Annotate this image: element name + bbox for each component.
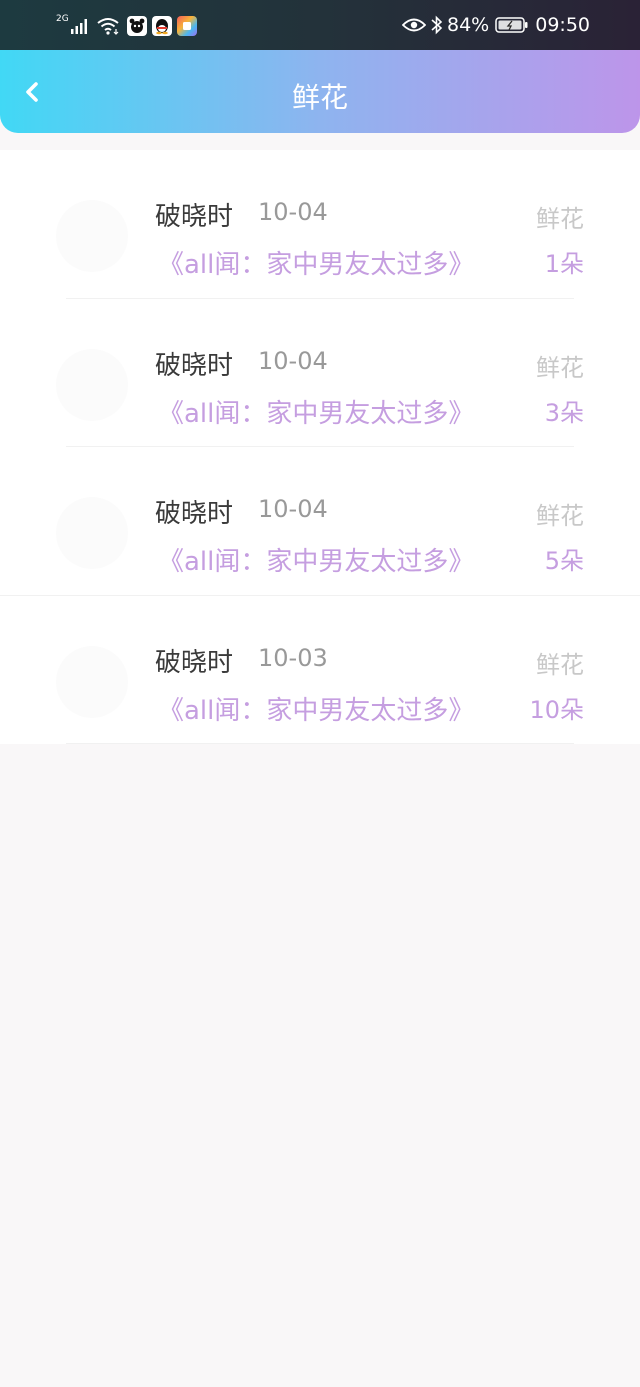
record-date: 10-04 — [258, 495, 328, 523]
avatar[interactable] — [56, 200, 128, 272]
work-title-link[interactable]: 《all闻：家中男友太过多》 — [158, 541, 474, 578]
sender-name: 破晓时 — [155, 202, 234, 232]
divider — [66, 743, 574, 744]
avatar[interactable] — [56, 497, 128, 569]
wifi-icon — [97, 18, 119, 35]
app-notification-icon — [126, 16, 147, 36]
work-title-link[interactable]: 《all闻：家中男友太过多》 — [158, 244, 474, 281]
gift-type-label: 鲜花 — [536, 205, 584, 233]
sender-name: 破晓时 — [155, 499, 234, 529]
list-item[interactable]: 破晓时 10-04 鲜花 《all闻：家中男友太过多》 3朵 — [0, 299, 640, 447]
gift-type-label: 鲜花 — [536, 650, 584, 679]
page-title: 鲜花 — [291, 81, 348, 114]
gift-type-label: 鲜花 — [536, 502, 584, 530]
qq-icon — [151, 16, 172, 36]
record-date: 10-04 — [258, 198, 328, 226]
avatar[interactable] — [56, 645, 128, 718]
list-item[interactable]: 破晓时 10-04 鲜花 《all闻：家中男友太过多》 1朵 — [0, 150, 640, 299]
signal-icon — [70, 19, 87, 34]
eye-icon — [402, 18, 426, 32]
work-title-link[interactable]: 《all闻：家中男友太过多》 — [158, 690, 474, 727]
gallery-app-icon — [176, 16, 197, 36]
bluetooth-icon — [431, 15, 443, 35]
flower-count: 5朵 — [544, 547, 584, 575]
avatar[interactable] — [56, 348, 128, 421]
list-item[interactable]: 破晓时 10-04 鲜花 《all闻：家中男友太过多》 5朵 — [0, 447, 640, 596]
gift-type-label: 鲜花 — [536, 353, 584, 382]
status-left-group: 2G — [56, 14, 197, 38]
flower-count: 10朵 — [529, 695, 584, 724]
flower-count: 3朵 — [544, 398, 584, 427]
app-header: 鲜花 — [0, 50, 640, 133]
network-type-label: 2G — [56, 14, 69, 24]
battery-icon — [495, 17, 528, 33]
list-item[interactable]: 破晓时 10-03 鲜花 《all闻：家中男友太过多》 10朵 — [0, 596, 640, 744]
battery-percent: 84% — [447, 14, 490, 36]
clock-time: 09:50 — [535, 14, 590, 36]
work-title-link[interactable]: 《all闻：家中男友太过多》 — [158, 393, 474, 430]
sender-name: 破晓时 — [155, 350, 234, 381]
record-date: 10-04 — [258, 346, 328, 375]
flower-record-list: 破晓时 10-04 鲜花 《all闻：家中男友太过多》 1朵 破晓时 10-04… — [0, 150, 640, 744]
status-bar: 2G 84% 09:50 — [0, 0, 640, 50]
status-right-group: 84% 09:50 — [402, 12, 590, 38]
record-date: 10-03 — [258, 643, 328, 672]
flower-count: 1朵 — [544, 250, 584, 278]
sender-name: 破晓时 — [155, 647, 234, 678]
